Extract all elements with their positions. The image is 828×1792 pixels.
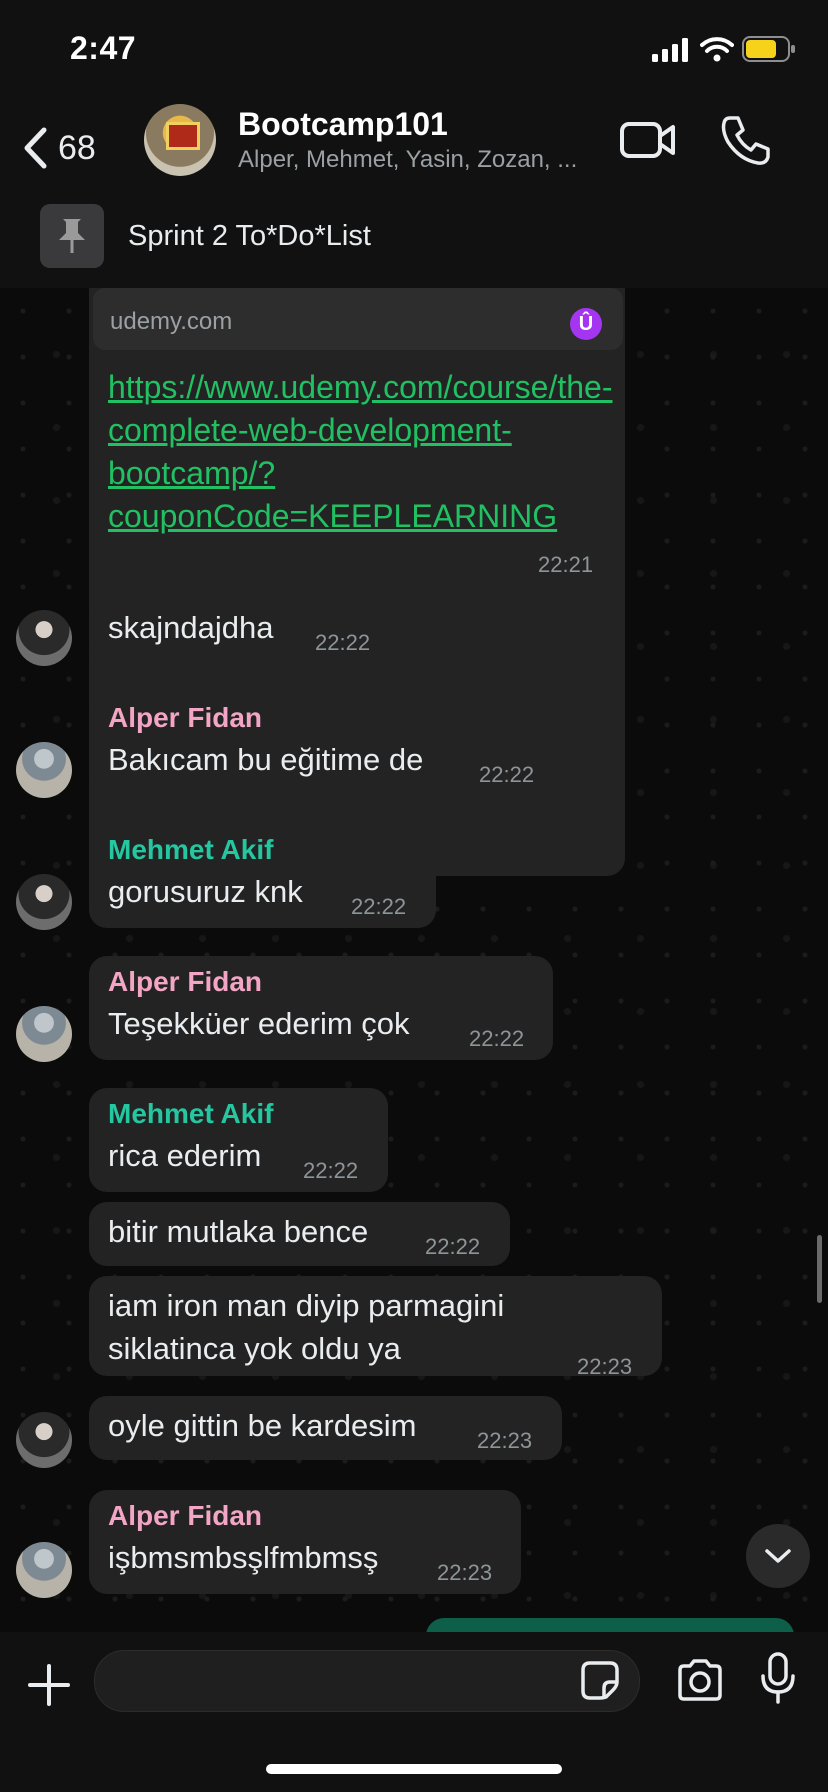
message-text-line: siklatinca yok oldu ya (108, 1331, 401, 1366)
avatar[interactable] (16, 1542, 72, 1598)
sender-name[interactable]: Mehmet Akif (108, 834, 273, 866)
group-name[interactable]: Bootcamp101 (238, 106, 448, 143)
sender-name[interactable]: Alper Fidan (108, 966, 262, 998)
chevron-down-icon (765, 1549, 791, 1563)
link-domain: udemy.com (110, 308, 233, 335)
message-time: 22:23 (437, 1560, 493, 1585)
avatar[interactable] (16, 610, 72, 666)
outgoing-message-bubble[interactable] (426, 1618, 794, 1632)
chevron-left-icon (24, 127, 47, 169)
message-text: oyle gittin be kardesim (108, 1408, 417, 1443)
message-time: 22:22 (479, 762, 535, 787)
home-indicator[interactable] (266, 1764, 562, 1774)
message-text: skajndajdha (108, 610, 274, 645)
compose-bar (0, 1632, 828, 1792)
message-time: 22:22 (303, 1158, 359, 1183)
pin-icon (40, 204, 104, 268)
group-avatar[interactable] (144, 104, 216, 176)
phone-icon[interactable] (718, 112, 774, 168)
scroll-to-bottom-button[interactable] (746, 1524, 810, 1588)
avatar[interactable] (16, 874, 72, 930)
chat-header: 68 Bootcamp101 Alper, Mehmet, Yasin, Zoz… (0, 96, 828, 196)
message-text: Bakıcam bu eğitime de (108, 742, 424, 777)
group-members[interactable]: Alper, Mehmet, Yasin, Zozan, ... (238, 146, 577, 174)
message-time: 22:22 (315, 630, 371, 655)
scrollbar[interactable] (817, 1235, 822, 1303)
status-time: 2:47 (70, 30, 137, 66)
message-time: 22:22 (469, 1026, 525, 1051)
battery-icon (742, 36, 795, 62)
message-time: 22:21 (538, 552, 594, 577)
message-text: rica ederim (108, 1138, 262, 1173)
sender-name[interactable]: Mehmet Akif (108, 1098, 273, 1130)
microphone-icon[interactable] (760, 1652, 796, 1704)
back-button[interactable]: 68 (22, 118, 122, 178)
message-text: işbmsmbsşlfmbmsş (108, 1540, 379, 1575)
avatar[interactable] (16, 1006, 72, 1062)
message-text: bitir mutlaka bence (108, 1214, 369, 1249)
avatar[interactable] (16, 742, 72, 798)
chat-messages[interactable]: udemy.com Û https://www.udemy.com/course… (0, 288, 828, 1632)
sender-name[interactable]: Alper Fidan (108, 1500, 262, 1532)
message-text-line: iam iron man diyip parmagini (108, 1288, 505, 1323)
sticker-icon[interactable] (580, 1660, 620, 1700)
message-time: 22:22 (351, 894, 407, 919)
message-text: Teşekküer ederim çok (108, 1006, 410, 1041)
message-time: 22:23 (477, 1428, 533, 1453)
udemy-icon: Û (570, 308, 602, 340)
sender-name[interactable]: Alper Fidan (108, 702, 262, 734)
message-time: 22:23 (577, 1354, 633, 1379)
pinned-message-bar[interactable]: Sprint 2 To*Do*List (0, 196, 828, 289)
wifi-icon (700, 37, 734, 62)
video-icon[interactable] (620, 114, 676, 166)
status-bar: 2:47 (0, 0, 828, 96)
signal-icon (652, 38, 688, 62)
camera-icon[interactable] (676, 1658, 724, 1702)
avatar[interactable] (16, 1412, 72, 1468)
message-time: 22:22 (425, 1234, 481, 1259)
unread-count: 68 (58, 128, 96, 167)
pinned-message-text: Sprint 2 To*Do*List (128, 220, 371, 252)
plus-icon[interactable] (26, 1662, 72, 1708)
message-text: gorusuruz knk (108, 874, 303, 909)
message-input[interactable] (94, 1650, 640, 1712)
message-link[interactable]: https://www.udemy.com/course/the-complet… (108, 366, 618, 538)
